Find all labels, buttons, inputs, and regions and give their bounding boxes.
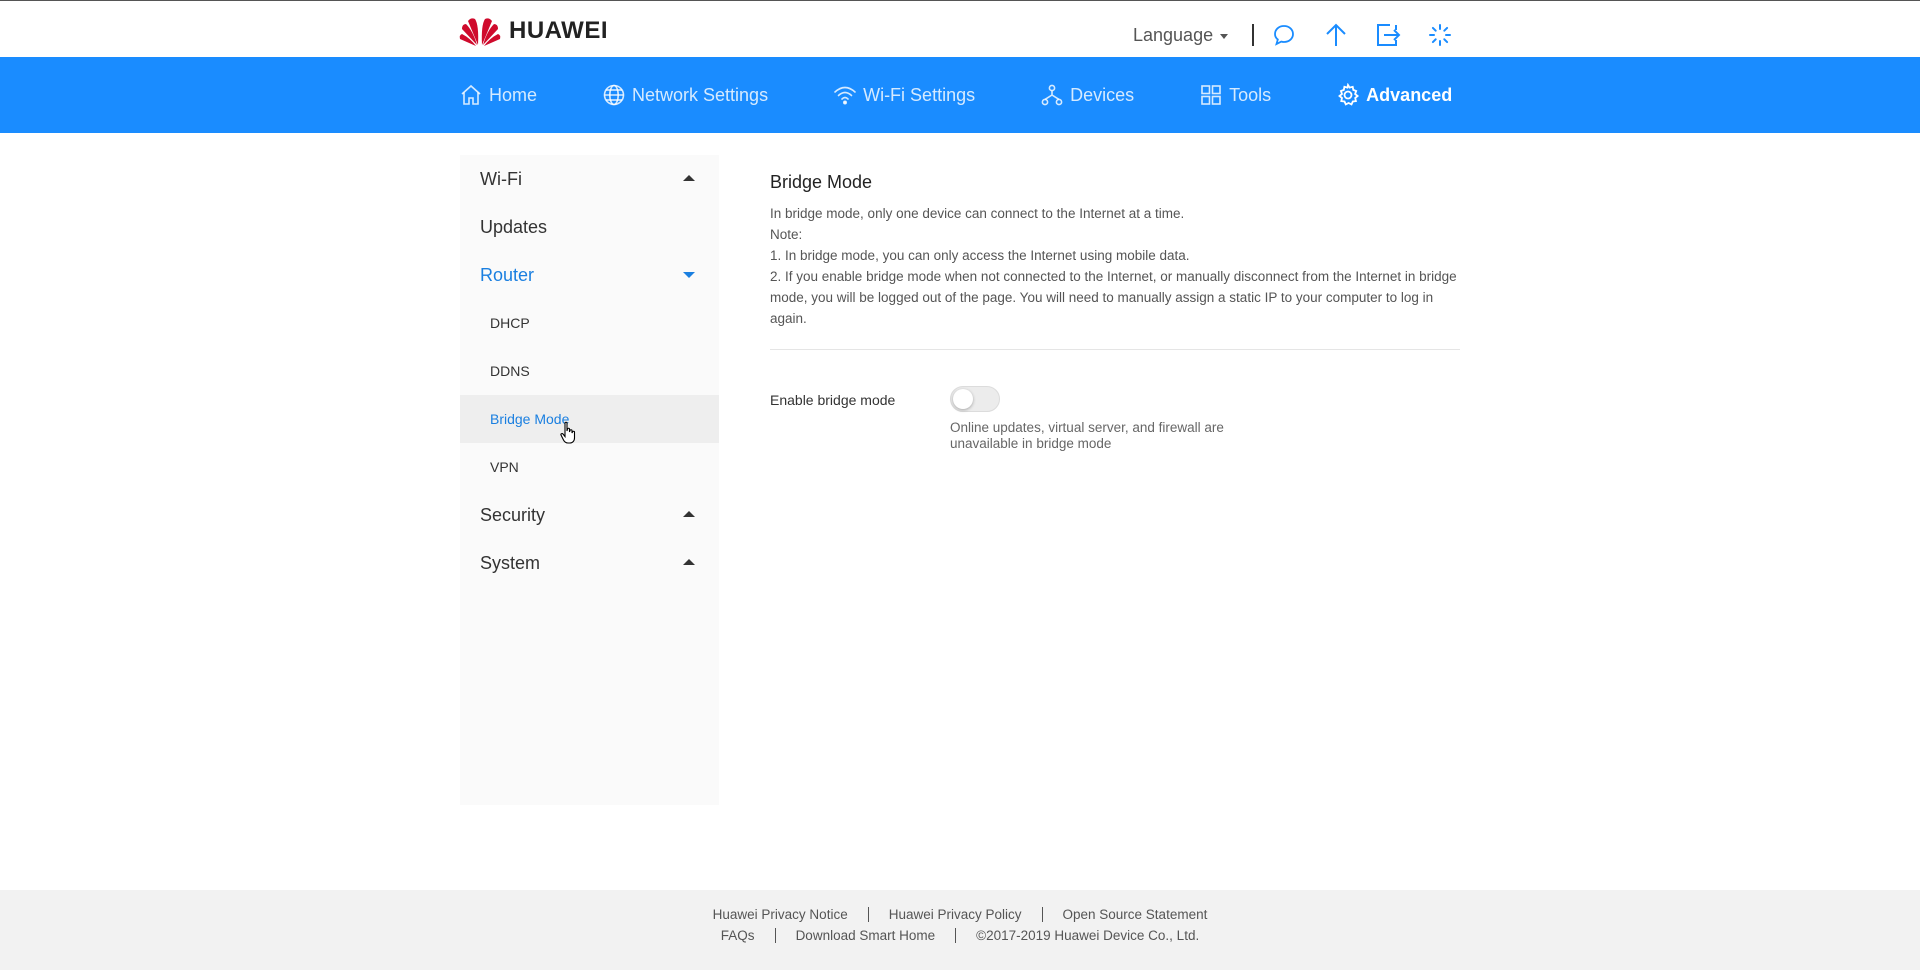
sidebar-group-label: System [480,552,541,573]
nav-home[interactable]: Home [459,83,537,107]
caret-up-icon [683,175,695,181]
enable-bridge-mode-row: Enable bridge mode Online updates, virtu… [770,386,1460,472]
sidebar-item-bridge-mode[interactable]: Bridge Mode [460,395,719,443]
wifi-icon [834,86,856,105]
devices-icon [1041,84,1063,106]
footer-divider [774,928,776,943]
copyright-text: ©2017-2019 Huawei Device Co., Ltd. [976,928,1200,943]
huawei-flower-icon [459,18,501,46]
sidebar-group-router[interactable]: Router [460,251,719,299]
header-divider [1252,24,1255,46]
language-label: Language [1133,24,1214,45]
loading-spinner-icon [1424,19,1456,51]
brand-name: HUAWEI [509,17,608,44]
sidebar-item-vpn[interactable]: VPN [460,443,719,491]
nav-tools[interactable]: Tools [1199,83,1271,107]
language-dropdown[interactable]: Language [1133,24,1229,46]
description-line: 1. In bridge mode, you can only access t… [770,248,1190,263]
caret-up-icon [683,511,695,517]
footer-divider [955,928,957,943]
faqs-link[interactable]: FAQs [721,928,755,943]
caret-down-icon [683,272,695,278]
nav-wifi-settings[interactable]: Wi-Fi Settings [833,83,975,107]
home-icon [461,84,481,105]
enable-bridge-mode-toggle[interactable] [950,386,1000,412]
nav-home-label: Home [489,84,538,105]
nav-devices[interactable]: Devices [1040,83,1134,107]
sidebar-item-label: Bridge Mode [490,411,570,427]
upload-arrow-icon[interactable] [1320,19,1352,51]
sidebar-item-ddns[interactable]: DDNS [460,347,719,395]
sidebar-item-dhcp[interactable]: DHCP [460,299,719,347]
footer-divider [1041,907,1043,922]
nav-network-settings-label: Network Settings [632,84,769,105]
sidebar-group-label: Security [480,504,546,525]
sidebar-group-label: Router [480,264,535,285]
sidebar-item-label: VPN [490,459,519,475]
hand-pointer-cursor-icon [560,421,576,444]
description-line: 2. If you enable bridge mode when not co… [770,269,1457,326]
caret-down-icon [1220,33,1229,39]
sidebar-group-label: Wi-Fi [480,168,522,189]
nav-devices-label: Devices [1070,84,1135,105]
enable-bridge-mode-label: Enable bridge mode [770,392,896,408]
privacy-notice-link[interactable]: Huawei Privacy Notice [713,907,848,922]
description-text: In bridge mode, only one device can conn… [770,203,1460,329]
sidebar-group-wifi[interactable]: Wi-Fi [460,155,719,203]
divider [770,349,1460,350]
globe-icon [603,84,625,106]
nav-tools-label: Tools [1229,84,1272,105]
bridge-mode-panel: Bridge Mode In bridge mode, only one dev… [770,172,1460,472]
sidebar-group-label: Updates [480,216,548,237]
nav-advanced[interactable]: Advanced [1336,83,1452,107]
sidebar: Wi-Fi Updates Router DHCP DDNS Bridge Mo… [460,155,719,805]
nav-advanced-label: Advanced [1366,84,1453,105]
sidebar-item-label: DDNS [490,363,530,379]
gear-icon [1338,83,1360,106]
sidebar-group-system[interactable]: System [460,539,719,587]
open-source-statement-link[interactable]: Open Source Statement [1063,907,1208,922]
privacy-policy-link[interactable]: Huawei Privacy Policy [889,907,1022,922]
top-header: HUAWEI Language [0,0,1920,57]
main-nav: Home Network Settings Wi-Fi Settings Dev… [0,57,1920,133]
header-actions: Language [1133,19,1476,51]
message-icon[interactable] [1268,19,1300,51]
caret-up-icon [683,559,695,565]
logout-icon[interactable] [1372,19,1404,51]
footer-divider [867,907,869,922]
download-smart-home-link[interactable]: Download Smart Home [796,928,936,943]
footer: Huawei Privacy Notice Huawei Privacy Pol… [0,890,1920,970]
description-line: In bridge mode, only one device can conn… [770,206,1185,221]
description-note-label: Note: [770,227,803,242]
nav-network-settings[interactable]: Network Settings [602,83,768,107]
page-title: Bridge Mode [770,172,873,192]
sidebar-group-security[interactable]: Security [460,491,719,539]
nav-wifi-settings-label: Wi-Fi Settings [863,84,976,105]
sidebar-group-updates[interactable]: Updates [460,203,719,251]
bridge-mode-hint: Online updates, virtual server, and fire… [950,420,1224,451]
tools-icon [1201,85,1221,105]
sidebar-item-label: DHCP [490,315,530,331]
toggle-knob [953,389,973,409]
huawei-logo[interactable]: HUAWEI [459,15,608,47]
